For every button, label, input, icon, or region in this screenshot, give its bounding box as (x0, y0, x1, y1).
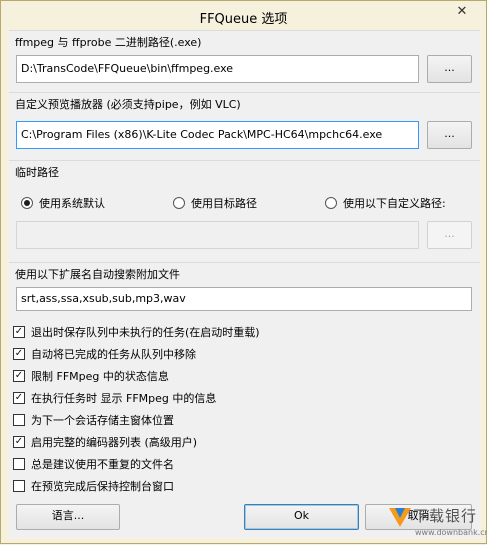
preview-player-group: 自定义预览播放器 (必须支持pipe，例如 VLC) C:\Program Fi… (9, 92, 480, 152)
checkbox-save-queue-on-exit-label: 退出时保存队列中未执行的任务(在启动时重载) (31, 326, 260, 339)
checkbox-keep-console-window[interactable]: 在预览完成后保持控制台窗口 (13, 478, 174, 494)
checkbox-limit-status-info-label: 限制 FFMpeg 中的状态信息 (31, 370, 169, 383)
radio-target-path-label: 使用目标路径 (191, 197, 257, 210)
checkbox-limit-status-info[interactable]: ✓ 限制 FFMpeg 中的状态信息 (13, 368, 169, 384)
extensions-value: srt,ass,ssa,xsub,sub,mp3,wav (21, 292, 186, 305)
watermark-url: www.downbank.cn (415, 528, 487, 537)
checkbox-store-window-position-label: 为下一个会话存储主窗体位置 (31, 414, 174, 427)
checkbox-store-window-position[interactable]: 为下一个会话存储主窗体位置 (13, 412, 174, 428)
check-mark-icon: ✓ (14, 348, 24, 359)
radio-system-default-dot (21, 197, 33, 209)
close-button[interactable]: ✕ (444, 1, 480, 23)
language-button[interactable]: 语言... (16, 504, 120, 530)
radio-custom-path-dot (325, 197, 337, 209)
close-icon: ✕ (456, 4, 468, 19)
checkbox-keep-console-window-label: 在预览完成后保持控制台窗口 (31, 480, 174, 493)
extensions-label: 使用以下扩展名自动搜索附加文件 (15, 268, 180, 281)
radio-system-default-label: 使用系统默认 (39, 197, 105, 210)
ok-button[interactable]: Ok (244, 504, 359, 530)
extensions-input[interactable]: srt,ass,ssa,xsub,sub,mp3,wav (16, 287, 472, 311)
checkbox-full-encoder-list-box: ✓ (13, 436, 25, 448)
check-mark-icon: ✓ (14, 370, 24, 381)
ffmpeg-browse-button[interactable]: ... (427, 55, 472, 83)
checkbox-show-ffmpeg-info-box: ✓ (13, 392, 25, 404)
dialog-client-area: ffmpeg 与 ffprobe 二进制路径(.exe) D:\TransCod… (9, 30, 480, 538)
checkbox-unique-filenames[interactable]: 总是建议使用不重复的文件名 (13, 456, 174, 472)
checkbox-full-encoder-list-label: 启用完整的编码器列表 (高级用户) (31, 436, 198, 449)
preview-player-label: 自定义预览播放器 (必须支持pipe，例如 VLC) (15, 98, 241, 111)
checkbox-unique-filenames-box (13, 458, 25, 470)
temp-browse-button[interactable]: ... (427, 221, 472, 249)
radio-custom-path-label: 使用以下自定义路径: (343, 197, 446, 210)
downbank-logo-icon (389, 508, 411, 527)
radio-target-path-dot (173, 197, 185, 209)
check-mark-icon: ✓ (14, 392, 24, 403)
custom-temp-path-input[interactable] (16, 221, 419, 249)
downbank-watermark: 下载银行 www.downbank.cn (387, 501, 487, 545)
check-mark-icon: ✓ (14, 326, 24, 337)
temp-path-label: 临时路径 (15, 166, 59, 179)
checkbox-auto-remove-finished[interactable]: ✓ 自动将已完成的任务从队列中移除 (13, 346, 196, 362)
watermark-text: 下载银行 (413, 507, 478, 525)
window-title: FFQueue 选项 (199, 12, 288, 27)
preview-player-value: C:\Program Files (x86)\K-Lite Codec Pack… (21, 128, 383, 141)
ffmpeg-path-label: ffmpeg 与 ffprobe 二进制路径(.exe) (15, 36, 202, 49)
checkbox-show-ffmpeg-info[interactable]: ✓ 在执行任务时 显示 FFMpeg 中的信息 (13, 390, 216, 406)
radio-target-path[interactable]: 使用目标路径 (173, 195, 257, 211)
ffmpeg-path-input[interactable]: D:\TransCode\FFQueue\bin\ffmpeg.exe (16, 55, 419, 83)
ffmpeg-path-group: ffmpeg 与 ffprobe 二进制路径(.exe) D:\TransCod… (9, 30, 480, 88)
checkbox-full-encoder-list[interactable]: ✓ 启用完整的编码器列表 (高级用户) (13, 434, 197, 450)
title-bar[interactable]: FFQueue 选项 ✕ (1, 1, 486, 30)
checkbox-keep-console-window-box (13, 480, 25, 492)
options-dialog: FFQueue 选项 ✕ ffmpeg 与 ffprobe 二进制路径(.exe… (0, 0, 487, 544)
checkbox-store-window-position-box (13, 414, 25, 426)
checkbox-auto-remove-finished-label: 自动将已完成的任务从队列中移除 (31, 348, 196, 361)
extensions-group: 使用以下扩展名自动搜索附加文件 srt,ass,ssa,xsub,sub,mp3… (9, 262, 480, 316)
ffmpeg-path-value: D:\TransCode\FFQueue\bin\ffmpeg.exe (21, 62, 234, 75)
radio-system-default[interactable]: 使用系统默认 (21, 195, 105, 211)
check-mark-icon: ✓ (14, 436, 24, 447)
checkbox-unique-filenames-label: 总是建议使用不重复的文件名 (31, 458, 174, 471)
preview-player-input[interactable]: C:\Program Files (x86)\K-Lite Codec Pack… (16, 121, 419, 149)
checkbox-show-ffmpeg-info-label: 在执行任务时 显示 FFMpeg 中的信息 (31, 392, 217, 405)
checkbox-save-queue-on-exit-box: ✓ (13, 326, 25, 338)
temp-path-group: 临时路径 使用系统默认 使用目标路径 使用以下自定义路径: ... (9, 160, 480, 254)
checkbox-limit-status-info-box: ✓ (13, 370, 25, 382)
radio-custom-path[interactable]: 使用以下自定义路径: (325, 195, 446, 211)
checkbox-save-queue-on-exit[interactable]: ✓ 退出时保存队列中未执行的任务(在启动时重载) (13, 324, 260, 340)
player-browse-button[interactable]: ... (427, 121, 472, 149)
checkbox-auto-remove-finished-box: ✓ (13, 348, 25, 360)
